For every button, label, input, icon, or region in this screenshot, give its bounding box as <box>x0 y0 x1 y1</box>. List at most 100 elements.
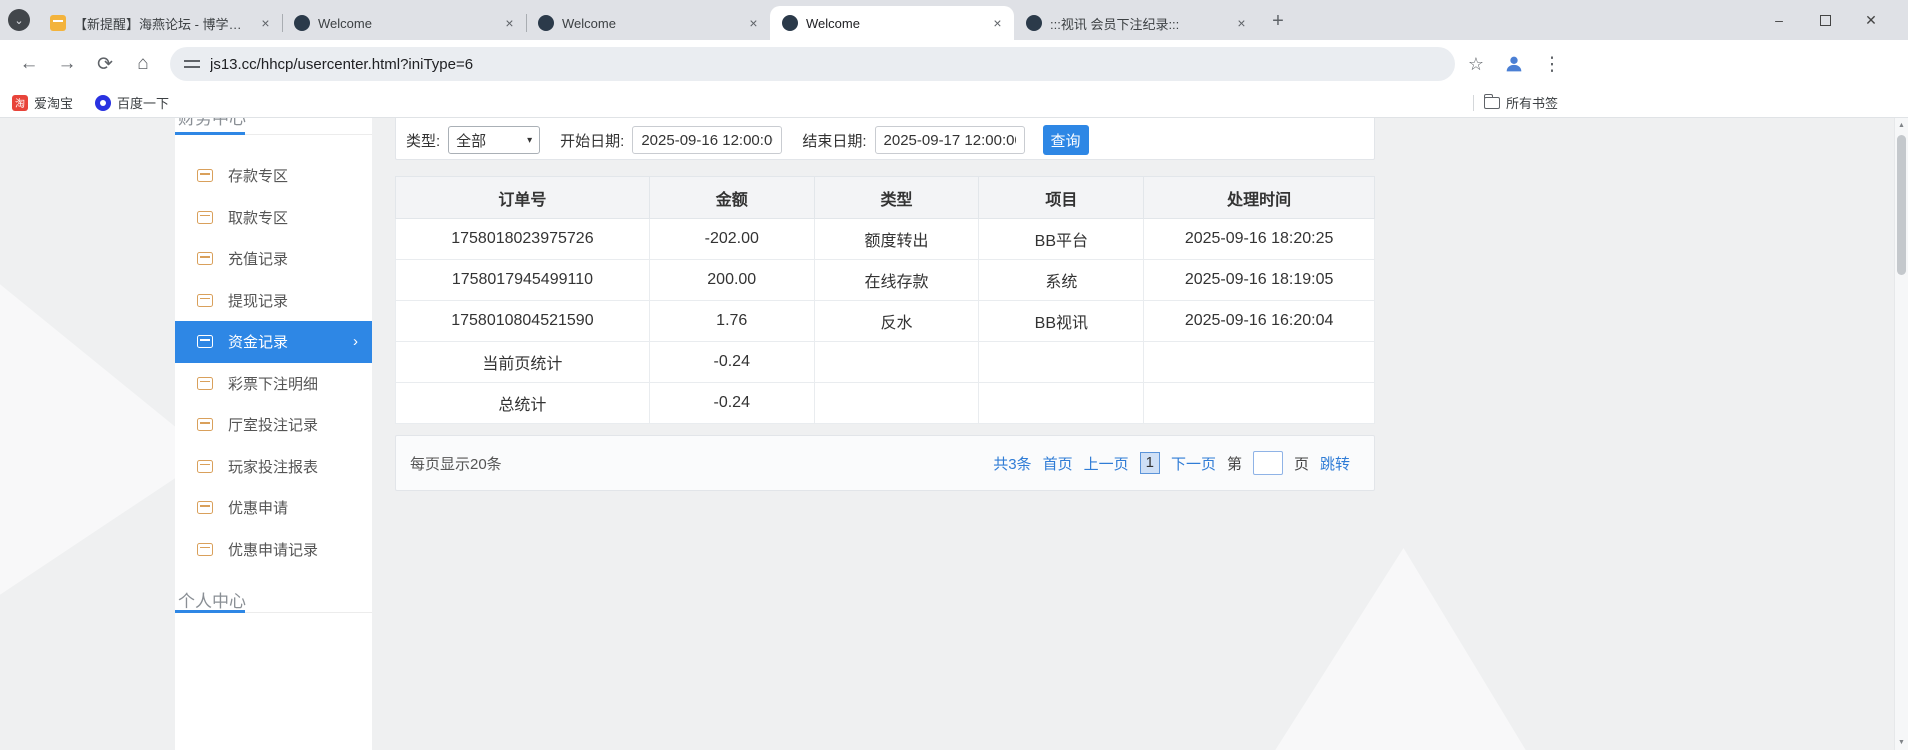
bookmarks-right: 所有书签 <box>1472 93 1558 112</box>
cell-time: 2025-09-16 18:19:05 <box>1143 259 1375 301</box>
taobao-icon: 淘 <box>12 94 28 111</box>
sidebar-item-label: 充值记录 <box>228 251 289 269</box>
jump-button[interactable]: 跳转 <box>1320 453 1350 474</box>
bookmark-label: 百度一下 <box>117 96 170 111</box>
cell-project: BB视讯 <box>978 300 1145 342</box>
home-button[interactable]: ⌂ <box>126 47 160 81</box>
recharge-record-icon <box>197 252 213 266</box>
url-text: js13.cc/hhcp/usercenter.html?iniType=6 <box>210 55 474 73</box>
section-underline <box>175 132 372 135</box>
sidebar-item-withdraw-record[interactable]: 提现记录 <box>175 280 372 322</box>
main-panel: 类型: 全部 ▾ 开始日期: 结束日期: 查询 订单号 金额 类型 <box>395 118 1375 491</box>
records-table: 订单号 金额 类型 项目 处理时间 1758018023975726 -202.… <box>395 176 1375 424</box>
sidebar-item-player-report[interactable]: 玩家投注报表 <box>175 446 372 488</box>
hall-bets-icon <box>197 418 213 432</box>
tab-close-icon[interactable]: × <box>1233 15 1250 32</box>
forward-button[interactable]: → <box>50 47 84 81</box>
prev-page-link[interactable]: 上一页 <box>1084 453 1129 474</box>
sidebar-item-recharge-record[interactable]: 充值记录 <box>175 238 372 280</box>
sidebar-item-label: 玩家投注报表 <box>228 458 319 476</box>
lottery-detail-icon <box>197 376 213 390</box>
chevron-down-icon: ⌄ <box>14 14 24 27</box>
all-bookmarks-button[interactable]: 所有书签 <box>1483 93 1558 112</box>
bookmark-taobao[interactable]: 淘 爱淘宝 <box>12 93 73 112</box>
cell-amount: -0.24 <box>648 382 815 424</box>
sidebar-item-label: 取款专区 <box>228 209 289 227</box>
query-button[interactable]: 查询 <box>1042 125 1089 155</box>
browser-menu-button[interactable]: ⋮ <box>1535 47 1569 81</box>
cell-type: 额度转出 <box>813 218 980 260</box>
home-icon: ⌂ <box>137 53 149 74</box>
select-caret-icon: ▾ <box>527 134 533 146</box>
withdraw-record-icon <box>197 293 213 307</box>
close-window-button[interactable]: ✕ <box>1848 0 1894 40</box>
back-button[interactable]: ← <box>12 47 46 81</box>
per-page-text: 每页显示20条 <box>410 455 502 473</box>
tab-title: :::视讯 会员下注纪录::: <box>1050 16 1180 32</box>
minimize-icon: – <box>1775 12 1783 28</box>
start-date-input[interactable] <box>632 126 783 154</box>
cell-project: 系统 <box>978 259 1145 301</box>
tab-bet-records[interactable]: :::视讯 会员下注纪录::: × <box>1014 6 1258 40</box>
sidebar-item-label: 提现记录 <box>228 292 289 310</box>
sidebar-section-finance: 财务中心 <box>178 118 246 128</box>
tab-welcome-active[interactable]: Welcome × <box>770 6 1014 40</box>
scrollbar-thumb[interactable] <box>1897 135 1906 275</box>
tab-close-icon[interactable]: × <box>989 15 1006 32</box>
end-date-input[interactable] <box>874 126 1025 154</box>
cell-label: 当前页统计 <box>395 341 650 383</box>
next-page-link[interactable]: 下一页 <box>1171 453 1216 474</box>
column-header-amount: 金额 <box>648 176 815 219</box>
sidebar-item-hall-bets[interactable]: 厅室投注记录 <box>175 404 372 446</box>
sidebar-item-withdraw[interactable]: 取款专区 <box>175 197 372 239</box>
promo-record-icon <box>197 542 213 556</box>
window-controls: – ✕ <box>1756 0 1894 40</box>
maximize-icon <box>1819 14 1831 26</box>
minimize-button[interactable]: – <box>1756 0 1802 40</box>
profile-button[interactable] <box>1497 47 1531 81</box>
funds-record-icon <box>197 335 213 349</box>
cell-empty <box>978 382 1145 424</box>
total-count-text: 共3条 <box>993 455 1032 473</box>
cell-label: 总统计 <box>395 382 650 424</box>
reload-button[interactable]: ⟳ <box>88 47 122 81</box>
new-tab-button[interactable]: + <box>1264 7 1292 35</box>
tab-close-icon[interactable]: × <box>501 15 518 32</box>
cell-project: BB平台 <box>978 218 1145 260</box>
type-select[interactable]: 全部 ▾ <box>448 126 541 154</box>
bookmark-baidu[interactable]: 百度一下 <box>95 93 169 112</box>
sidebar-item-promo-record[interactable]: 优惠申请记录 <box>175 529 372 571</box>
page-scrollbar[interactable]: ▲ ▼ <box>1894 118 1908 750</box>
tab-welcome-2[interactable]: Welcome × <box>526 6 770 40</box>
tab-welcome-1[interactable]: Welcome × <box>282 6 526 40</box>
site-favicon-icon <box>782 15 798 31</box>
sidebar-item-label: 彩票下注明细 <box>228 375 319 393</box>
type-select-value: 全部 <box>456 132 487 150</box>
column-header-time: 处理时间 <box>1143 176 1375 219</box>
sidebar-item-lottery-detail[interactable]: 彩票下注明细 <box>175 363 372 405</box>
tab-close-icon[interactable]: × <box>745 15 762 32</box>
type-label: 类型: <box>406 132 441 150</box>
tab-close-icon[interactable]: × <box>257 15 274 32</box>
sidebar-item-funds-record[interactable]: 资金记录 › <box>175 321 372 363</box>
sidebar-item-deposit[interactable]: 存款专区 <box>175 155 372 197</box>
bookmarks-bar: 淘 爱淘宝 百度一下 所有书签 <box>0 88 1908 118</box>
maximize-button[interactable] <box>1802 0 1848 40</box>
tab-title: 【新提醒】海燕论坛 - 博学交流... <box>74 16 249 32</box>
bookmark-star-button[interactable]: ☆ <box>1459 47 1493 81</box>
cell-empty <box>978 341 1145 383</box>
sidebar-item-promo-apply[interactable]: 优惠申请 <box>175 487 372 529</box>
table-header-row: 订单号 金额 类型 项目 处理时间 <box>395 176 1375 219</box>
first-page-link[interactable]: 首页 <box>1043 453 1073 474</box>
table-row: 1758010804521590 1.76 反水 BB视讯 2025-09-16… <box>395 300 1375 342</box>
cell-order: 1758010804521590 <box>395 300 650 342</box>
tab-search-button[interactable]: ⌄ <box>8 9 30 31</box>
tab-forum[interactable]: 【新提醒】海燕论坛 - 博学交流... × <box>38 6 282 40</box>
site-info-icon[interactable] <box>184 57 200 71</box>
page-jump-input[interactable] <box>1252 451 1283 475</box>
scroll-up-icon[interactable]: ▲ <box>1895 118 1908 133</box>
scroll-down-icon[interactable]: ▼ <box>1895 735 1908 750</box>
address-bar[interactable]: js13.cc/hhcp/usercenter.html?iniType=6 <box>170 47 1455 81</box>
start-date-label: 开始日期: <box>560 132 625 150</box>
end-date-label: 结束日期: <box>802 132 867 150</box>
